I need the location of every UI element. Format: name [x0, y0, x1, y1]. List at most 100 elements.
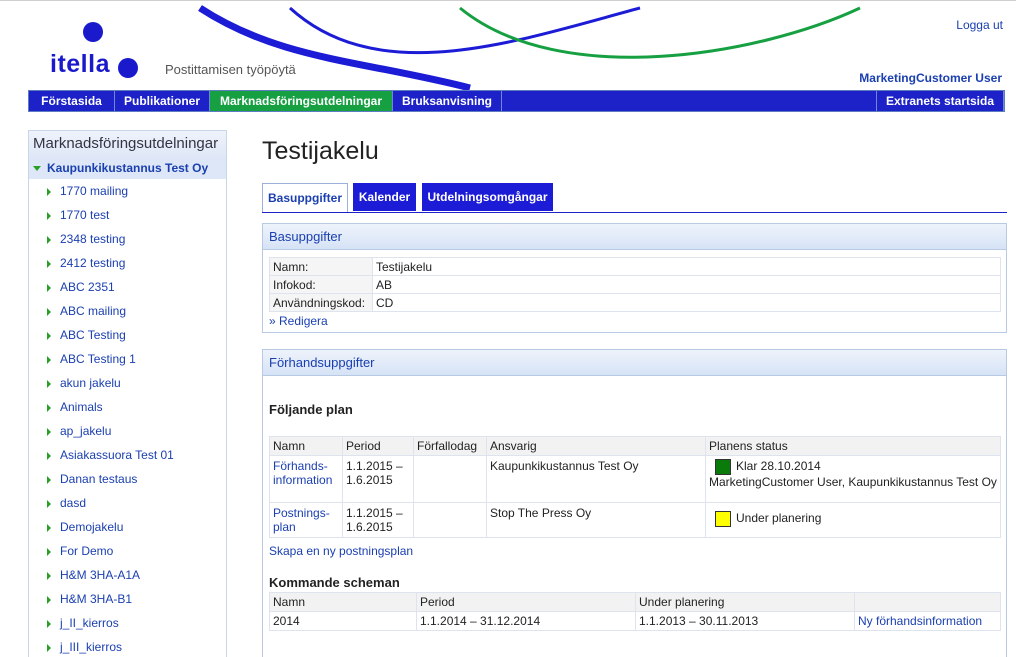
current-user-link[interactable]: MarketingCustomer User: [859, 71, 1002, 85]
expand-arrow-icon[interactable]: [47, 260, 51, 268]
upcoming-schedules-table: Namn Period Under planering 2014 1.1.201…: [269, 592, 1001, 631]
expand-arrow-icon[interactable]: [47, 356, 51, 364]
plan-table: Namn Period Förfallodag Ansvarig Planens…: [269, 436, 1001, 538]
sidebar-item[interactable]: Demojakelu: [29, 515, 226, 539]
sidebar-item[interactable]: j_II_kierros: [29, 611, 226, 635]
sidebar-item[interactable]: H&M 3HA-A1A: [29, 563, 226, 587]
nav-home[interactable]: Förstasida: [29, 91, 115, 111]
sidebar-item-label[interactable]: ap_jakelu: [60, 424, 111, 438]
column-header: Ansvarig: [486, 436, 706, 456]
sidebar-item[interactable]: ABC 2351: [29, 275, 226, 299]
expand-arrow-icon[interactable]: [47, 452, 51, 460]
nav-extranet-home[interactable]: Extranets startsida: [876, 91, 1004, 111]
sidebar-item-label[interactable]: Animals: [60, 400, 103, 414]
sidebar-item-label[interactable]: 2412 testing: [60, 256, 125, 270]
tab-calendar[interactable]: Kalender: [353, 183, 416, 211]
expand-arrow-icon[interactable]: [47, 332, 51, 340]
status-color-swatch: [715, 459, 731, 475]
basic-info-table: Namn: Testijakelu Infokod: AB Användning…: [269, 257, 1001, 312]
expand-arrow-icon[interactable]: [47, 644, 51, 652]
plan-name-link[interactable]: Postnings-plan: [273, 506, 330, 534]
sidebar-item-label[interactable]: 1770 mailing: [60, 184, 128, 198]
create-posting-plan-link[interactable]: Skapa en ny postningsplan: [269, 544, 413, 558]
basic-info-panel: Basuppgifter Namn: Testijakelu Infokod: …: [262, 223, 1007, 333]
plan-period: 1.1.2015 – 1.6.2015: [342, 455, 414, 503]
sidebar-item-label[interactable]: akun jakelu: [60, 376, 121, 390]
plan-status: Klar 28.10.2014 MarketingCustomer User, …: [705, 455, 1001, 503]
sidebar-item[interactable]: Asiakassuora Test 01: [29, 443, 226, 467]
table-row: Förhands-information 1.1.2015 – 1.6.2015…: [269, 455, 1001, 503]
edit-link[interactable]: » Redigera: [269, 314, 328, 328]
sidebar-item[interactable]: ABC mailing: [29, 299, 226, 323]
sidebar-item-label[interactable]: H&M 3HA-A1A: [60, 568, 140, 582]
sidebar-item[interactable]: akun jakelu: [29, 371, 226, 395]
logout-link[interactable]: Logga ut: [956, 18, 1003, 32]
following-plan-heading: Följande plan: [269, 402, 353, 417]
sidebar-item[interactable]: For Demo: [29, 539, 226, 563]
sidebar-item[interactable]: j_III_kierros: [29, 635, 226, 657]
expand-arrow-icon[interactable]: [47, 476, 51, 484]
sidebar-item-label[interactable]: dasd: [60, 496, 86, 510]
plan-responsible: Kaupunkikustannus Test Oy: [486, 455, 706, 503]
plan-name-link[interactable]: Förhands-information: [273, 459, 332, 487]
expand-arrow-icon[interactable]: [47, 308, 51, 316]
expand-arrow-icon[interactable]: [47, 428, 51, 436]
expand-arrow-icon[interactable]: [47, 524, 51, 532]
expand-arrow-icon[interactable]: [47, 500, 51, 508]
new-preinfo-link[interactable]: Ny förhandsinformation: [858, 614, 982, 628]
nav-user-guide[interactable]: Bruksanvisning: [393, 91, 502, 111]
sidebar-item[interactable]: ABC Testing 1: [29, 347, 226, 371]
table-row: Postnings-plan 1.1.2015 – 1.6.2015 Stop …: [269, 502, 1001, 538]
sidebar-item-label[interactable]: Danan testaus: [60, 472, 137, 486]
schedule-planning: 1.1.2013 – 30.11.2013: [635, 611, 855, 631]
sidebar-item[interactable]: ap_jakelu: [29, 419, 226, 443]
page-title: Testijakelu: [262, 137, 379, 165]
sidebar-item[interactable]: 2412 testing: [29, 251, 226, 275]
expand-arrow-icon[interactable]: [47, 596, 51, 604]
sidebar-item-label[interactable]: H&M 3HA-B1: [60, 592, 132, 606]
expand-arrow-icon[interactable]: [47, 188, 51, 196]
expand-arrow-icon[interactable]: [47, 236, 51, 244]
sidebar-item-label[interactable]: ABC mailing: [60, 304, 126, 318]
expand-arrow-icon[interactable]: [47, 380, 51, 388]
sidebar-item-label[interactable]: 1770 test: [60, 208, 109, 222]
sidebar-item[interactable]: ABC Testing: [29, 323, 226, 347]
schedule-name: 2014: [269, 611, 417, 631]
expand-triangle-icon[interactable]: [33, 166, 41, 171]
sidebar-item-label[interactable]: 2348 testing: [60, 232, 125, 246]
expand-arrow-icon[interactable]: [47, 548, 51, 556]
tab-basic-info[interactable]: Basuppgifter: [262, 183, 348, 212]
field-label: Infokod:: [269, 275, 373, 294]
sidebar-item[interactable]: 1770 test: [29, 203, 226, 227]
preliminary-info-panel: Förhandsuppgifter Följande plan Namn Per…: [262, 349, 1007, 657]
sidebar-root-item[interactable]: Kaupunkikustannus Test Oy: [29, 157, 226, 179]
sidebar-item[interactable]: H&M 3HA-B1: [29, 587, 226, 611]
nav-marketing-distributions[interactable]: Marknadsföringsutdelningar: [210, 91, 393, 111]
expand-arrow-icon[interactable]: [47, 284, 51, 292]
expand-arrow-icon[interactable]: [47, 212, 51, 220]
expand-arrow-icon[interactable]: [47, 404, 51, 412]
basic-info-header: Basuppgifter: [263, 224, 1006, 250]
sidebar-item-label[interactable]: Asiakassuora Test 01: [60, 448, 174, 462]
sidebar-item-label[interactable]: Demojakelu: [60, 520, 123, 534]
tab-bar: Basuppgifter Kalender Utdelningsomgångar: [262, 183, 1007, 213]
nav-publications[interactable]: Publikationer: [115, 91, 210, 111]
itella-logo[interactable]: itella: [50, 20, 150, 80]
tab-distribution-rounds[interactable]: Utdelningsomgångar: [422, 183, 553, 211]
sidebar-item[interactable]: 2348 testing: [29, 227, 226, 251]
table-row: Namn: Testijakelu: [269, 257, 1001, 276]
sidebar-item[interactable]: Animals: [29, 395, 226, 419]
sidebar-item-label[interactable]: For Demo: [60, 544, 113, 558]
sidebar-item-label[interactable]: ABC Testing: [60, 328, 126, 342]
sidebar-root-label[interactable]: Kaupunkikustannus Test Oy: [47, 161, 208, 175]
sidebar-item-label[interactable]: j_II_kierros: [60, 616, 119, 630]
sidebar-item[interactable]: dasd: [29, 491, 226, 515]
sidebar-item[interactable]: 1770 mailing: [29, 179, 226, 203]
expand-arrow-icon[interactable]: [47, 620, 51, 628]
site-subtitle: Postittamisen työpöytä: [165, 62, 296, 77]
sidebar-item[interactable]: Danan testaus: [29, 467, 226, 491]
sidebar-item-label[interactable]: ABC Testing 1: [60, 352, 136, 366]
sidebar-item-label[interactable]: ABC 2351: [60, 280, 115, 294]
expand-arrow-icon[interactable]: [47, 572, 51, 580]
sidebar-item-label[interactable]: j_III_kierros: [60, 640, 122, 654]
